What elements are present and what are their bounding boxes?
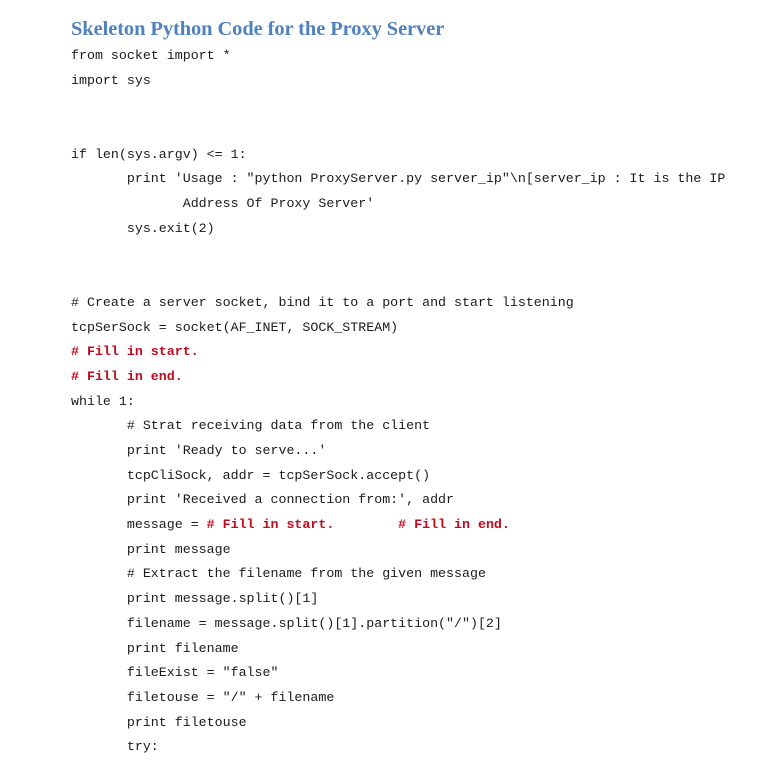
code-line: Address Of Proxy Server' bbox=[71, 192, 771, 217]
code-line: while 1: bbox=[71, 390, 771, 415]
code-text: filetouse = "/" + filename bbox=[71, 689, 335, 705]
code-text: message = bbox=[71, 517, 207, 533]
code-line: tcpCliSock, addr = tcpSerSock.accept() bbox=[71, 464, 771, 489]
code-line: # Fill in end. bbox=[71, 365, 771, 390]
fill-in-marker: # Fill in end. bbox=[398, 517, 510, 533]
code-text: tcpCliSock, addr = tcpSerSock.accept() bbox=[71, 467, 431, 483]
python-code-block: from socket import * import sys if len(sy… bbox=[71, 44, 771, 760]
code-line: if len(sys.argv) <= 1: bbox=[71, 143, 771, 168]
code-line: # Create a server socket, bind it to a p… bbox=[71, 291, 771, 316]
code-text: # Create a server socket, bind it to a p… bbox=[71, 294, 574, 310]
code-text: print 'Ready to serve...' bbox=[71, 443, 327, 458]
code-text: if len(sys.argv) <= 1: bbox=[71, 146, 247, 162]
code-line: print message.split()[1] bbox=[71, 587, 771, 612]
code-line: print 'Ready to serve...' bbox=[71, 439, 771, 464]
code-line: print 'Received a connection from:', add… bbox=[71, 488, 771, 513]
code-line: tcpSerSock = socket(AF_INET, SOCK_STREAM… bbox=[71, 316, 771, 341]
code-text: fileExist = "false" bbox=[71, 665, 279, 681]
code-text: from socket import * bbox=[71, 48, 231, 63]
code-text: print message.split()[1] bbox=[71, 591, 319, 607]
code-line: from socket import * bbox=[71, 44, 771, 69]
code-line: filename = message.split()[1].partition(… bbox=[71, 612, 771, 637]
code-text: print filetouse bbox=[71, 714, 247, 730]
code-line: print 'Usage : "python ProxyServer.py se… bbox=[71, 167, 771, 192]
fill-in-marker: # Fill in start. bbox=[206, 517, 335, 533]
code-text: print 'Received a connection from:', add… bbox=[71, 492, 455, 508]
code-text: filename = message.split()[1].partition(… bbox=[71, 615, 502, 631]
code-line: import sys bbox=[71, 69, 771, 94]
code-text: import sys bbox=[71, 72, 151, 88]
fill-in-marker: # Fill in start. bbox=[71, 344, 199, 360]
code-line: sys.exit(2) bbox=[71, 217, 771, 242]
fill-in-marker: # Fill in end. bbox=[71, 368, 183, 384]
code-text: while 1: bbox=[71, 393, 135, 409]
code-text: print message bbox=[71, 541, 231, 557]
code-line: filetouse = "/" + filename bbox=[71, 686, 771, 711]
code-line: # Fill in start. bbox=[71, 340, 771, 365]
code-line: fileExist = "false" bbox=[71, 661, 771, 686]
code-line: message = # Fill in start. # Fill in end… bbox=[71, 513, 771, 538]
code-text: try: bbox=[71, 739, 159, 755]
code-line: print filename bbox=[71, 637, 771, 662]
code-line: try: bbox=[71, 735, 771, 760]
document-page: Skeleton Python Code for the Proxy Serve… bbox=[0, 0, 783, 754]
code-line: print message bbox=[71, 538, 771, 563]
code-text: print 'Usage : "python ProxyServer.py se… bbox=[71, 171, 726, 187]
code-line: # Extract the filename from the given me… bbox=[71, 562, 771, 587]
code-text: # Strat receiving data from the client bbox=[71, 418, 431, 434]
code-text: # Extract the filename from the given me… bbox=[71, 566, 486, 582]
code-line: # Strat receiving data from the client bbox=[71, 414, 771, 439]
page-title: Skeleton Python Code for the Proxy Serve… bbox=[71, 18, 445, 40]
code-text: sys.exit(2) bbox=[71, 220, 215, 236]
code-line: print filetouse bbox=[71, 711, 771, 736]
code-text: tcpSerSock = socket(AF_INET, SOCK_STREAM… bbox=[71, 319, 399, 335]
code-text: Address Of Proxy Server' bbox=[71, 196, 375, 212]
code-text: print filename bbox=[71, 640, 239, 656]
